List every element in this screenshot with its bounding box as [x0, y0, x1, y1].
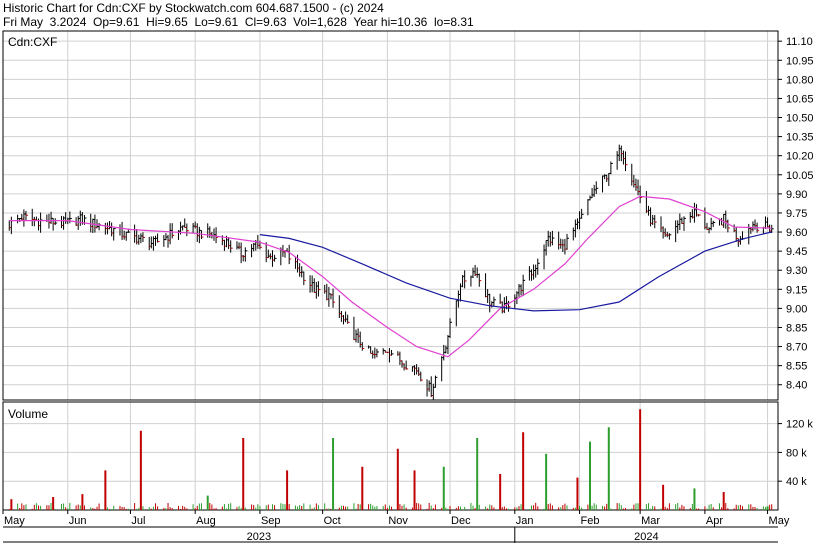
price-tick-label: 8.55 [786, 361, 807, 373]
price-tick-label: 8.85 [786, 322, 807, 334]
price-bar [625, 151, 628, 172]
volume-axis-ticks: 40 k 80 k 120 k [778, 419, 813, 488]
grid-lines [3, 31, 778, 510]
price-bar [464, 270, 467, 289]
price-tick-label: 10.35 [786, 132, 814, 144]
price-bar [712, 220, 716, 227]
month-label: Nov [388, 515, 408, 527]
price-bar [522, 274, 526, 297]
price-bar [493, 296, 496, 307]
price-bar [405, 360, 409, 370]
price-bar [376, 348, 379, 358]
price-bar [551, 230, 555, 246]
price-axis-ticks: 8.40 8.55 8.70 8.85 9.00 9.15 9.30 9.45 9.60 9.75… [778, 36, 814, 392]
price-bar [639, 185, 643, 204]
price-tick-label: 8.70 [786, 342, 807, 354]
month-label: May [4, 515, 25, 527]
price-tick-label: 9.90 [786, 189, 807, 201]
price-tick-label: 10.05 [786, 170, 814, 182]
price-bar [142, 232, 145, 242]
price-bar [288, 244, 292, 265]
month-label: Aug [196, 515, 216, 527]
price-bar [98, 222, 102, 231]
volume-panel-frame [2, 401, 779, 511]
price-tick-label: 9.00 [786, 303, 807, 315]
price-bar [54, 218, 58, 226]
price-bar [215, 227, 219, 244]
month-label: Mar [641, 515, 660, 527]
price-tick-label: 10.20 [786, 151, 814, 163]
volume-tick-label: 40 k [786, 476, 807, 488]
year-label: 2023 [247, 531, 271, 543]
price-bars [8, 144, 774, 400]
price-bar [478, 273, 482, 287]
price-tick-label: 9.30 [786, 265, 807, 277]
price-bar [157, 233, 160, 243]
price-bar [668, 233, 672, 240]
price-bar [186, 223, 189, 237]
price-bar [391, 349, 394, 356]
price-bar [683, 216, 686, 231]
price-panel-label: Cdn:CXF [8, 35, 57, 49]
price-tick-label: 9.15 [786, 284, 807, 296]
month-label: Oct [324, 515, 341, 527]
price-bar [347, 314, 350, 324]
volume-bars [8, 409, 773, 510]
price-bar [654, 215, 657, 229]
price-bar [244, 247, 248, 262]
price-tick-label: 8.40 [786, 380, 807, 392]
month-label: Apr [706, 515, 723, 527]
month-label: May [769, 515, 790, 527]
price-bar [449, 318, 453, 338]
price-bar [420, 371, 423, 382]
volume-tick-label: 80 k [786, 447, 807, 459]
price-tick-label: 9.45 [786, 246, 807, 258]
price-panel-frame [2, 30, 779, 401]
month-label: Jun [69, 515, 87, 527]
stock-chart: Cdn:CXF Volume 8.40 8.55 8.70 8.85 9.00 9.15 9… [2, 30, 814, 543]
price-bar [113, 228, 116, 241]
price-bar [10, 216, 14, 235]
price-tick-label: 11.10 [786, 36, 813, 48]
x-axis: May Jun Jul Aug Sep Oct Nov Dec Jan Feb Mar Apr May 2… [2, 510, 790, 543]
price-tick-label: 10.65 [786, 93, 814, 105]
price-bar [303, 271, 306, 286]
price-bar [332, 288, 336, 308]
price-bar [434, 375, 438, 388]
volume-panel-label: Volume [8, 407, 48, 421]
price-tick-label: 10.50 [786, 113, 814, 125]
price-bar [595, 181, 599, 194]
month-label: Jul [131, 515, 145, 527]
price-bar [698, 214, 701, 217]
price-tick-label: 10.80 [786, 74, 814, 86]
price-bar [40, 212, 43, 233]
price-bar [566, 233, 570, 250]
month-label: Sep [261, 515, 281, 527]
year-label: 2024 [634, 531, 658, 543]
price-bar [274, 254, 277, 262]
price-bar [537, 258, 540, 275]
price-tick-label: 10.95 [786, 55, 814, 67]
price-bar [125, 231, 129, 241]
price-bar [727, 219, 730, 233]
price-tick-label: 9.75 [786, 208, 807, 220]
price-bar [581, 208, 584, 219]
price-bar [610, 161, 613, 175]
month-label: Dec [451, 515, 471, 527]
month-label: Feb [581, 515, 600, 527]
price-bar [171, 223, 175, 239]
price-tick-label: 9.60 [786, 227, 807, 239]
price-bar [25, 210, 28, 221]
volume-tick-label: 120 k [786, 419, 813, 431]
month-label: Jan [516, 515, 534, 527]
